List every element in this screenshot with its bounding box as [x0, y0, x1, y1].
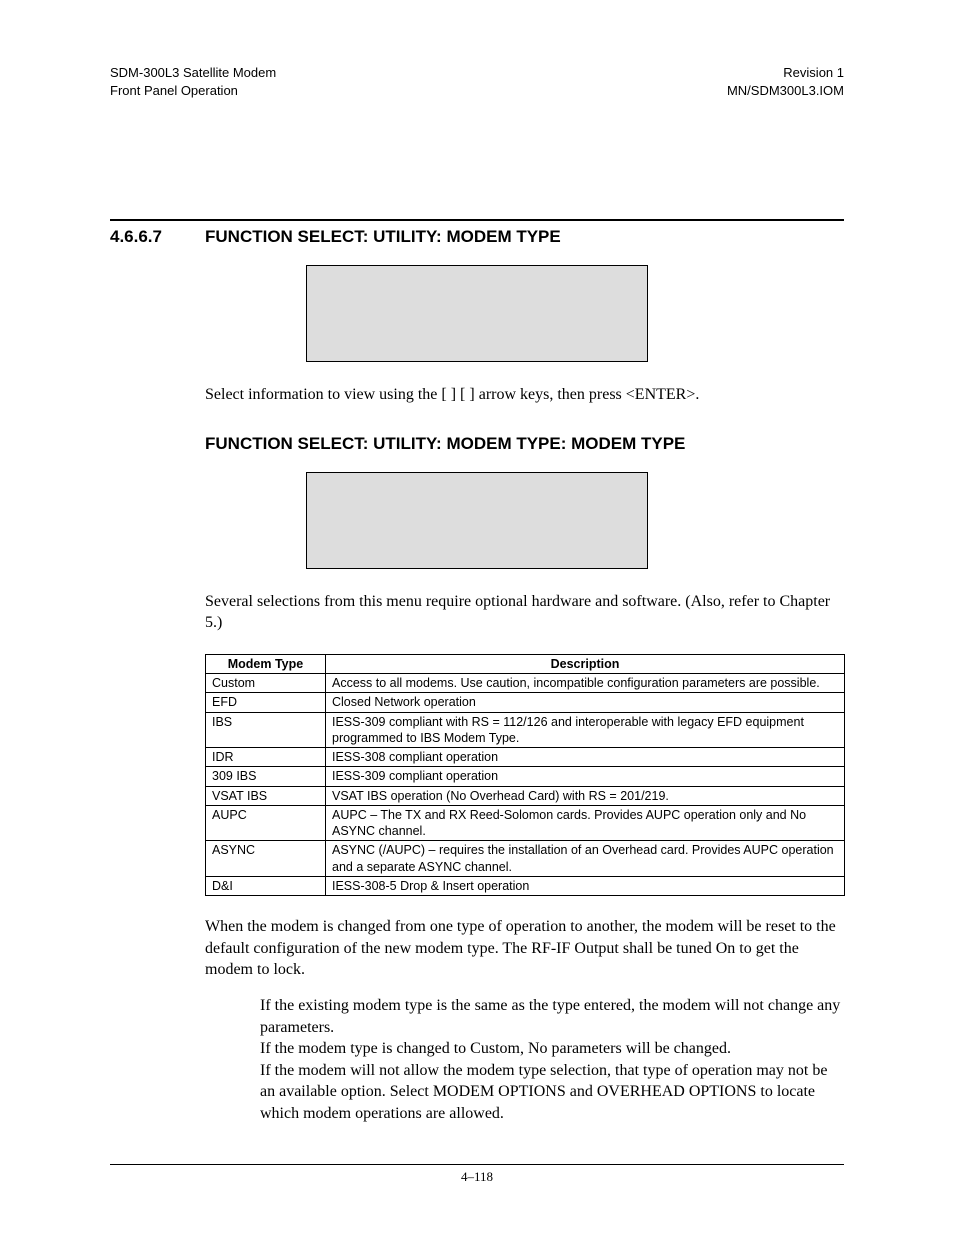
- modem-type-table: Modem Type Description Custom Access to …: [205, 654, 845, 896]
- section-heading: 4.6.6.7FUNCTION SELECT: UTILITY: MODEM T…: [110, 227, 844, 247]
- page-header: SDM-300L3 Satellite Modem Front Panel Op…: [110, 64, 844, 99]
- header-product: SDM-300L3 Satellite Modem: [110, 64, 276, 82]
- table-row: D&I IESS-308-5 Drop & Insert operation: [206, 876, 845, 895]
- table-row: Custom Access to all modems. Use caution…: [206, 674, 845, 693]
- cell-desc: Closed Network operation: [326, 693, 845, 712]
- header-revision: Revision 1: [727, 64, 844, 82]
- cell-desc: VSAT IBS operation (No Overhead Card) wi…: [326, 786, 845, 805]
- cell-type: Custom: [206, 674, 326, 693]
- cell-type: ASYNC: [206, 841, 326, 877]
- lcd-display-box: [306, 472, 648, 569]
- modem-type-table-wrap: Modem Type Description Custom Access to …: [205, 654, 844, 896]
- header-right: Revision 1 MN/SDM300L3.IOM: [727, 64, 844, 99]
- table-row: 309 IBS IESS-309 compliant operation: [206, 767, 845, 786]
- note-item: If the modem type is changed to Custom, …: [260, 1038, 844, 1060]
- note-item: If the modem will not allow the modem ty…: [260, 1060, 844, 1125]
- section-number: 4.6.6.7: [110, 227, 205, 247]
- cell-type: IDR: [206, 748, 326, 767]
- section-title: FUNCTION SELECT: UTILITY: MODEM TYPE: [205, 227, 561, 246]
- cell-desc: IESS-308-5 Drop & Insert operation: [326, 876, 845, 895]
- cell-desc: AUPC – The TX and RX Reed-Solomon cards.…: [326, 805, 845, 841]
- cell-type: EFD: [206, 693, 326, 712]
- table-header-row: Modem Type Description: [206, 654, 845, 673]
- header-docnum: MN/SDM300L3.IOM: [727, 82, 844, 100]
- cell-desc: IESS-309 compliant with RS = 112/126 and…: [326, 712, 845, 748]
- subsection-heading: FUNCTION SELECT: UTILITY: MODEM TYPE: MO…: [205, 434, 844, 454]
- table-row: AUPC AUPC – The TX and RX Reed-Solomon c…: [206, 805, 845, 841]
- table-row: VSAT IBS VSAT IBS operation (No Overhead…: [206, 786, 845, 805]
- lcd-display-box: [306, 265, 648, 362]
- cell-desc: ASYNC (/AUPC) – requires the installatio…: [326, 841, 845, 877]
- header-subject: Front Panel Operation: [110, 82, 276, 100]
- cell-type: IBS: [206, 712, 326, 748]
- cell-desc: Access to all modems. Use caution, incom…: [326, 674, 845, 693]
- cell-type: 309 IBS: [206, 767, 326, 786]
- table-header-type: Modem Type: [206, 654, 326, 673]
- table-row: IDR IESS-308 compliant operation: [206, 748, 845, 767]
- cell-type: AUPC: [206, 805, 326, 841]
- section-rule: [110, 219, 844, 221]
- page: SDM-300L3 Satellite Modem Front Panel Op…: [0, 0, 954, 1235]
- header-left: SDM-300L3 Satellite Modem Front Panel Op…: [110, 64, 276, 99]
- cell-type: D&I: [206, 876, 326, 895]
- instruction-text: Several selections from this menu requir…: [205, 591, 844, 634]
- table-row: IBS IESS-309 compliant with RS = 112/126…: [206, 712, 845, 748]
- note-item: If the existing modem type is the same a…: [260, 995, 844, 1038]
- table-header-desc: Description: [326, 654, 845, 673]
- paragraph: When the modem is changed from one type …: [205, 916, 844, 981]
- table-row: EFD Closed Network operation: [206, 693, 845, 712]
- table-row: ASYNC ASYNC (/AUPC) – requires the insta…: [206, 841, 845, 877]
- page-number: 4–118: [461, 1169, 493, 1184]
- notes-block: If the existing modem type is the same a…: [260, 995, 844, 1125]
- instruction-text: Select information to view using the [ ]…: [205, 384, 844, 406]
- page-footer: 4–118: [110, 1164, 844, 1185]
- cell-type: VSAT IBS: [206, 786, 326, 805]
- cell-desc: IESS-309 compliant operation: [326, 767, 845, 786]
- cell-desc: IESS-308 compliant operation: [326, 748, 845, 767]
